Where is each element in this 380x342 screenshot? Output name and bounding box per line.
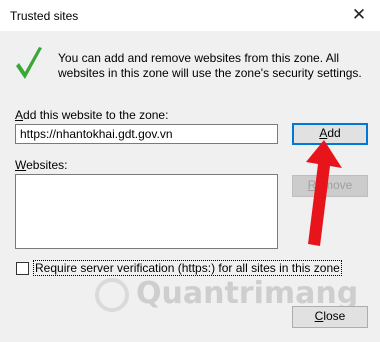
website-input[interactable]: https://nhantokhai.gdt.gov.vn (15, 124, 278, 144)
close-icon[interactable]: ✕ (345, 3, 373, 27)
watermark-logo-icon (95, 278, 129, 312)
red-arrow-annotation-icon (306, 140, 342, 246)
info-text: You can add and remove websites from thi… (58, 51, 362, 80)
dialog-title: Trusted sites (10, 9, 79, 23)
https-verification-checkbox[interactable] (16, 262, 29, 275)
watermark: Quantrimang (136, 276, 359, 311)
websites-label: Websites: (15, 158, 68, 172)
close-button[interactable]: Close (292, 306, 368, 328)
title-bar: Trusted sites ✕ (0, 0, 380, 31)
add-website-label: Add this website to the zone: (15, 108, 169, 122)
checkmark-icon (16, 47, 42, 79)
websites-list[interactable] (15, 174, 278, 249)
https-verification-label[interactable]: Require server verification (https:) for… (33, 260, 342, 276)
